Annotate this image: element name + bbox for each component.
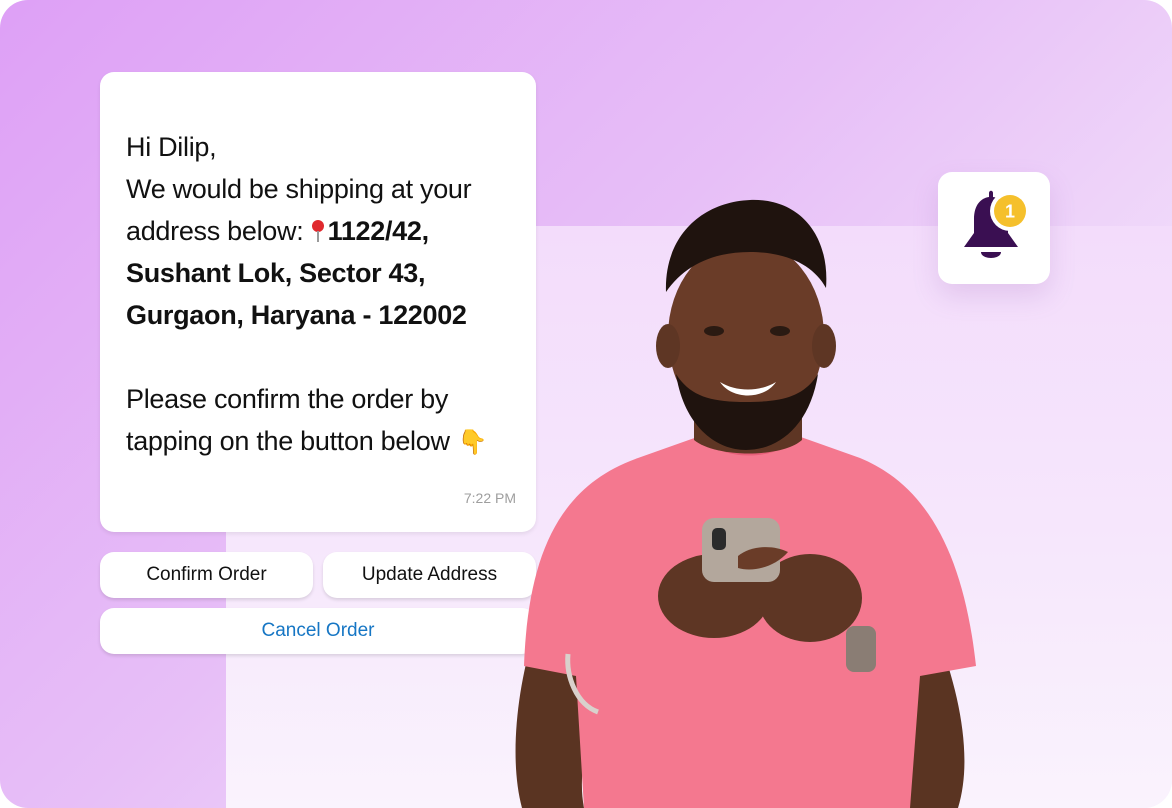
person-with-phone-illustration bbox=[515, 199, 976, 808]
address-line-2: Sushant Lok, Sector 43, bbox=[126, 258, 426, 288]
message-line: We would be shipping at your bbox=[126, 174, 472, 204]
pointing-down-icon: 👇 bbox=[457, 429, 488, 456]
confirm-prompt-line-1: Please confirm the order by bbox=[126, 384, 449, 414]
confirm-prompt-line-2: tapping on the button below 👇 bbox=[126, 420, 526, 464]
confirm-order-button[interactable]: Confirm Order bbox=[100, 552, 313, 598]
address-intro-line: address below: 1122/42, bbox=[126, 210, 526, 252]
message-text: Hi Dilip, We would be shipping at your a… bbox=[126, 126, 526, 464]
location-pin-icon bbox=[311, 220, 325, 242]
cancel-order-button[interactable]: Cancel Order bbox=[100, 608, 536, 654]
address-line-3: Gurgaon, Haryana - 122002 bbox=[126, 300, 467, 330]
confirm-prompt-text: tapping on the button below bbox=[126, 426, 450, 456]
address-line-1: 1122/42, bbox=[327, 216, 430, 246]
chat-message-bubble: Hi Dilip, We would be shipping at your a… bbox=[100, 72, 536, 532]
hero-canvas: Hi Dilip, We would be shipping at your a… bbox=[0, 0, 1172, 808]
address-intro-text: address below: bbox=[126, 216, 311, 246]
notification-count-badge: 1 bbox=[1005, 202, 1015, 222]
greeting-text: Hi Dilip, bbox=[126, 132, 217, 162]
